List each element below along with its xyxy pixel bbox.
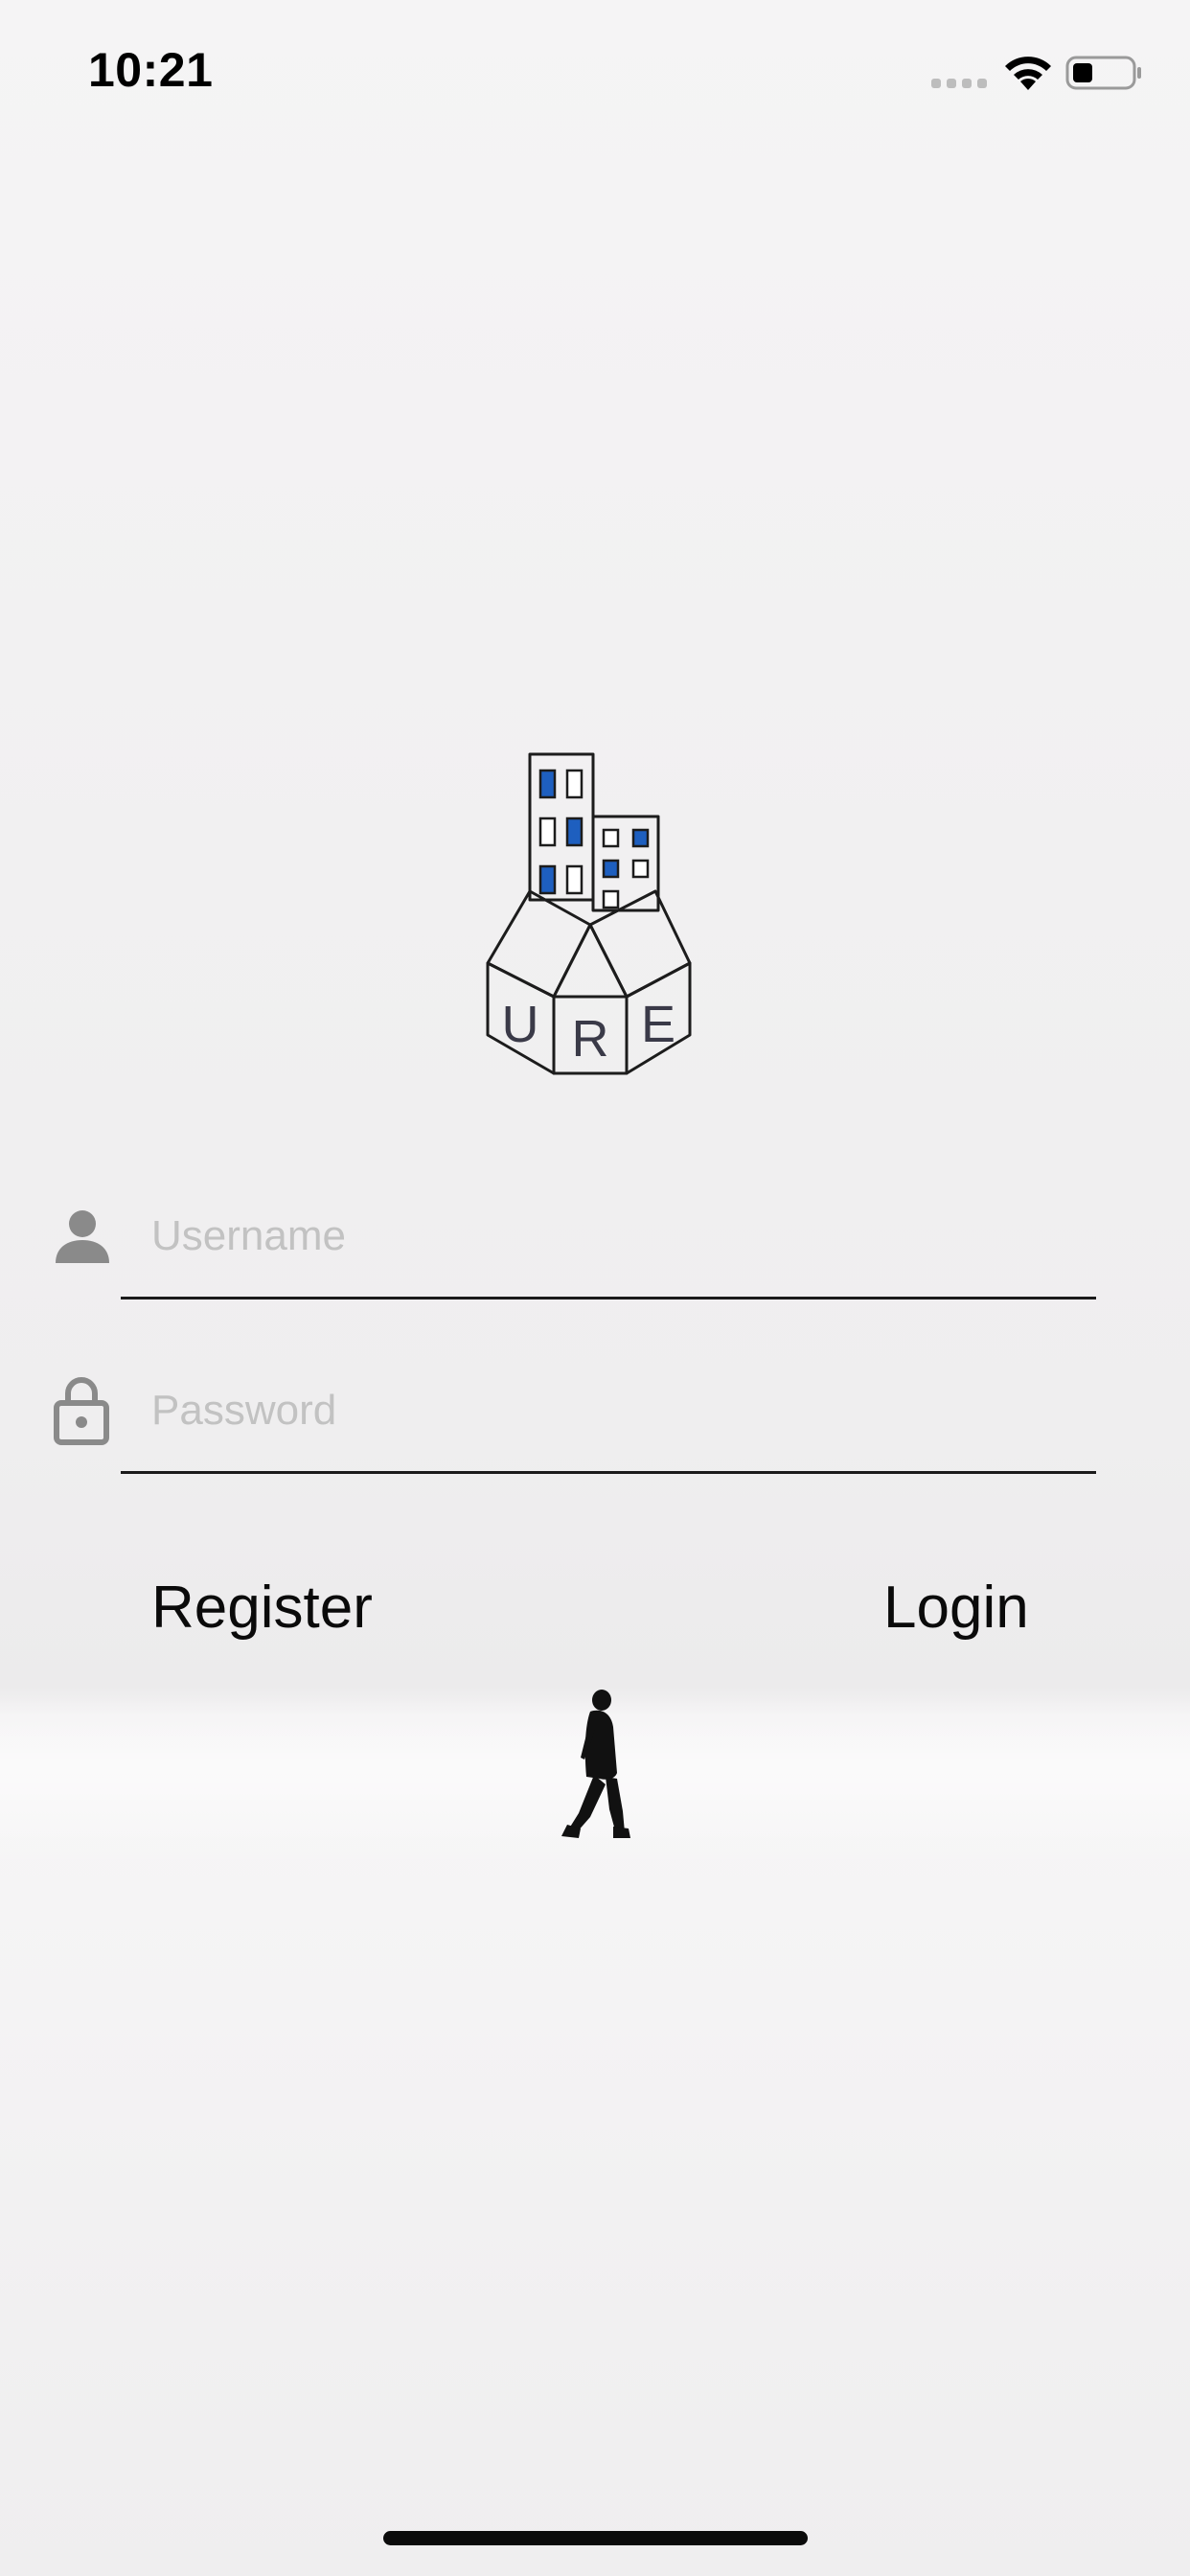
password-field	[0, 1367, 1190, 1482]
lock-icon	[54, 1377, 109, 1445]
app-logo: U R E	[486, 752, 692, 1075]
logo-letter-r: R	[572, 1010, 609, 1068]
status-bar: 10:21	[0, 0, 1190, 144]
status-time: 10:21	[88, 43, 214, 97]
wifi-icon	[1005, 57, 1051, 90]
logo-letter-u: U	[502, 996, 539, 1053]
password-underline	[121, 1471, 1096, 1474]
home-indicator	[383, 2531, 808, 2545]
username-input[interactable]	[151, 1198, 1090, 1275]
username-underline	[121, 1297, 1096, 1300]
logo-letter-e: E	[641, 996, 675, 1053]
login-button[interactable]: Login	[883, 1574, 1029, 1642]
password-input[interactable]	[151, 1372, 1090, 1449]
register-button[interactable]: Register	[151, 1574, 373, 1642]
signal-dots-icon	[931, 79, 987, 88]
battery-icon	[1065, 56, 1141, 90]
walking-person-figure	[561, 1690, 630, 1838]
user-icon	[56, 1210, 109, 1263]
username-field	[0, 1192, 1190, 1307]
